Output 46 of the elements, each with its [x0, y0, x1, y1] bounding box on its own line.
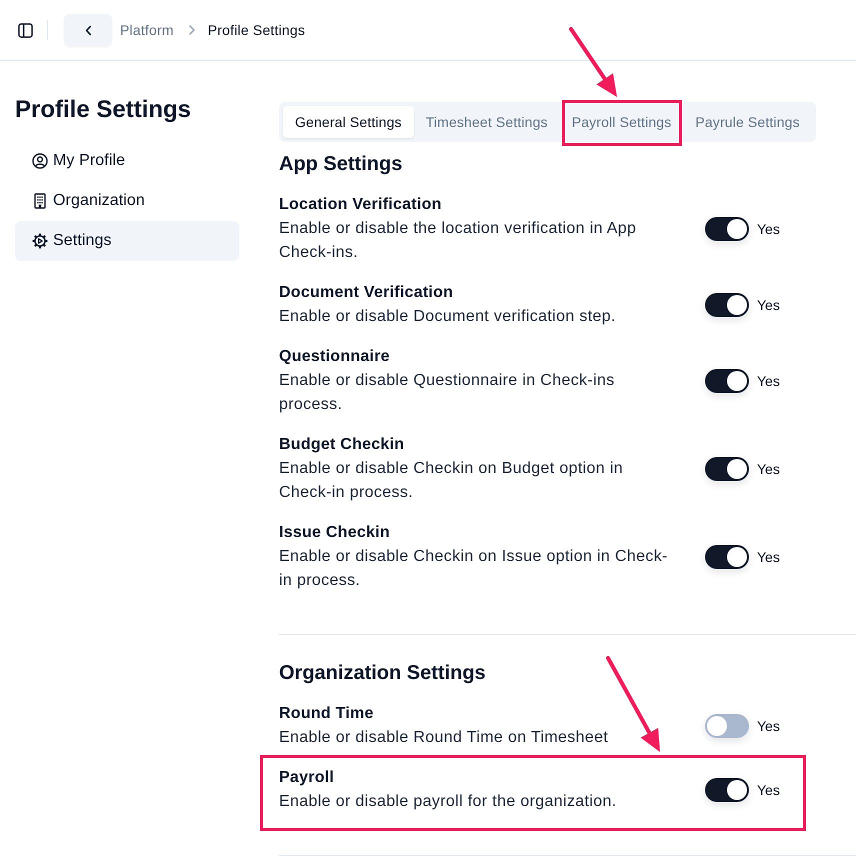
chevron-left-icon	[84, 24, 92, 36]
toggle-label: Yes	[757, 373, 780, 389]
toggle-label: Yes	[757, 549, 780, 565]
toggle-switch[interactable]	[705, 457, 749, 481]
tab[interactable]: Payrule Settings	[683, 106, 812, 138]
setting-description: Enable or disable the location verification in App Check-ins.	[279, 219, 638, 263]
setting-title: Budget Checkin	[279, 435, 406, 455]
toggle-label: Yes	[757, 782, 780, 798]
section-heading: Organization Settings	[279, 661, 487, 686]
setting-title: Payroll	[279, 768, 336, 788]
page-title: Profile Settings	[15, 96, 192, 124]
toggle-switch[interactable]	[705, 778, 749, 802]
breadcrumb-current: Profile Settings	[208, 22, 306, 38]
toggle-switch[interactable]	[705, 293, 749, 317]
toggle-label: Yes	[757, 297, 780, 313]
setting-title: Document Verification	[279, 283, 454, 303]
setting-description: Enable or disable Document verification step.	[279, 307, 617, 327]
breadcrumb-link[interactable]: Platform	[120, 22, 174, 38]
toggle-switch[interactable]	[705, 545, 749, 569]
setting-description: Enable or disable Checkin on Issue option in Check-in process.	[279, 547, 669, 591]
setting-description: Enable or disable Round Time on Timesheet	[279, 728, 610, 748]
toggle-switch[interactable]	[705, 369, 749, 393]
tab[interactable]: General Settings	[283, 106, 414, 138]
tab[interactable]: Timesheet Settings	[414, 106, 560, 138]
setting-title: Location Verification	[279, 195, 443, 215]
chevron-right-icon	[188, 25, 195, 35]
tab[interactable]: Payroll Settings	[560, 106, 684, 138]
setting-title: Issue Checkin	[279, 523, 391, 543]
section-heading: App Settings	[279, 152, 404, 177]
toggle-switch[interactable]	[705, 217, 749, 241]
gear-icon	[32, 233, 48, 249]
sidebar-nav-item[interactable]: Organization	[15, 181, 239, 221]
building-icon	[32, 193, 48, 209]
sidebar-toggle-icon[interactable]	[18, 22, 33, 38]
sidebar-nav-item[interactable]: My Profile	[15, 141, 239, 181]
sidebar-nav-item[interactable]: Settings	[15, 221, 239, 261]
toggle-switch[interactable]	[705, 714, 749, 738]
setting-description: Enable or disable Questionnaire in Check-ins process.	[279, 371, 616, 415]
setting-title: Round Time	[279, 704, 375, 724]
toggle-label: Yes	[757, 221, 780, 237]
toggle-label: Yes	[757, 718, 780, 734]
user-circle-icon	[32, 153, 48, 169]
setting-description: Enable or disable Checkin on Budget option in Check-in process.	[279, 459, 624, 503]
toggle-label: Yes	[757, 461, 780, 477]
setting-description: Enable or disable payroll for the organization.	[279, 792, 618, 812]
setting-title: Questionnaire	[279, 347, 391, 367]
